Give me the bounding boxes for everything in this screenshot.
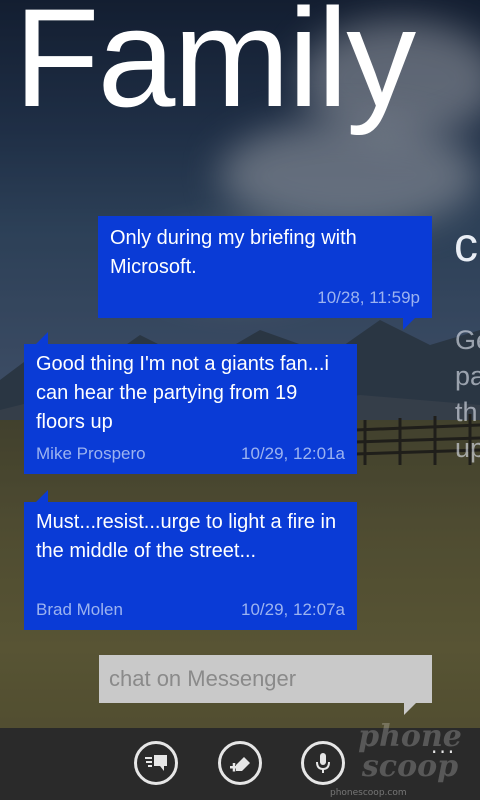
message-sender: Mike Prospero <box>36 444 146 463</box>
voice-input-button[interactable] <box>301 741 345 785</box>
message-bubble-incoming[interactable]: Must...resist...urge to light a fire in … <box>24 502 357 630</box>
attach-icon <box>230 757 250 772</box>
switch-chat-button[interactable] <box>134 741 178 785</box>
input-tail <box>404 703 416 715</box>
bubble-tail <box>403 318 415 330</box>
message-bubble-outgoing[interactable]: Only during my briefing with Microsoft. … <box>98 216 432 318</box>
message-meta: 10/28, 11:59p <box>110 288 420 308</box>
message-meta: Brad Molen 10/29, 12:07a <box>36 600 345 620</box>
preview-line: th <box>455 397 478 427</box>
message-time: 10/29, 12:01a <box>241 444 345 463</box>
watermark-line: scoop <box>361 749 459 784</box>
message-sender: Brad Molen <box>36 600 123 619</box>
preview-line: Ge <box>455 325 480 355</box>
message-text: Good thing I'm not a giants fan...i can … <box>36 353 329 433</box>
watermark-url: phonescoop.com <box>330 788 407 798</box>
message-time: 10/29, 12:07a <box>241 600 345 619</box>
message-input[interactable]: chat on Messenger <box>99 655 432 703</box>
preview-line: up <box>455 433 480 463</box>
message-bubble-incoming[interactable]: Good thing I'm not a giants fan...i can … <box>24 344 357 474</box>
message-meta: Mike Prospero 10/29, 12:01a <box>36 444 345 464</box>
watermark-line: phone <box>358 719 462 754</box>
message-text: Only during my briefing with Microsoft. <box>110 227 357 278</box>
next-pivot-preview: Ge pa th up <box>455 322 480 466</box>
microphone-icon <box>316 753 330 773</box>
watermark-logo: phone scoop <box>345 722 475 794</box>
message-input-placeholder: chat on Messenger <box>109 666 297 691</box>
switch-chat-icon <box>145 755 167 771</box>
message-time: 10/28, 11:59p <box>317 288 420 307</box>
preview-line: pa <box>455 361 480 391</box>
bubble-tail <box>36 490 48 502</box>
attach-button[interactable] <box>218 741 262 785</box>
conversation-title: Family <box>14 0 416 136</box>
bubble-tail <box>36 332 48 344</box>
message-text: Must...resist...urge to light a fire in … <box>36 511 337 562</box>
next-pivot-header[interactable]: c <box>454 222 478 270</box>
